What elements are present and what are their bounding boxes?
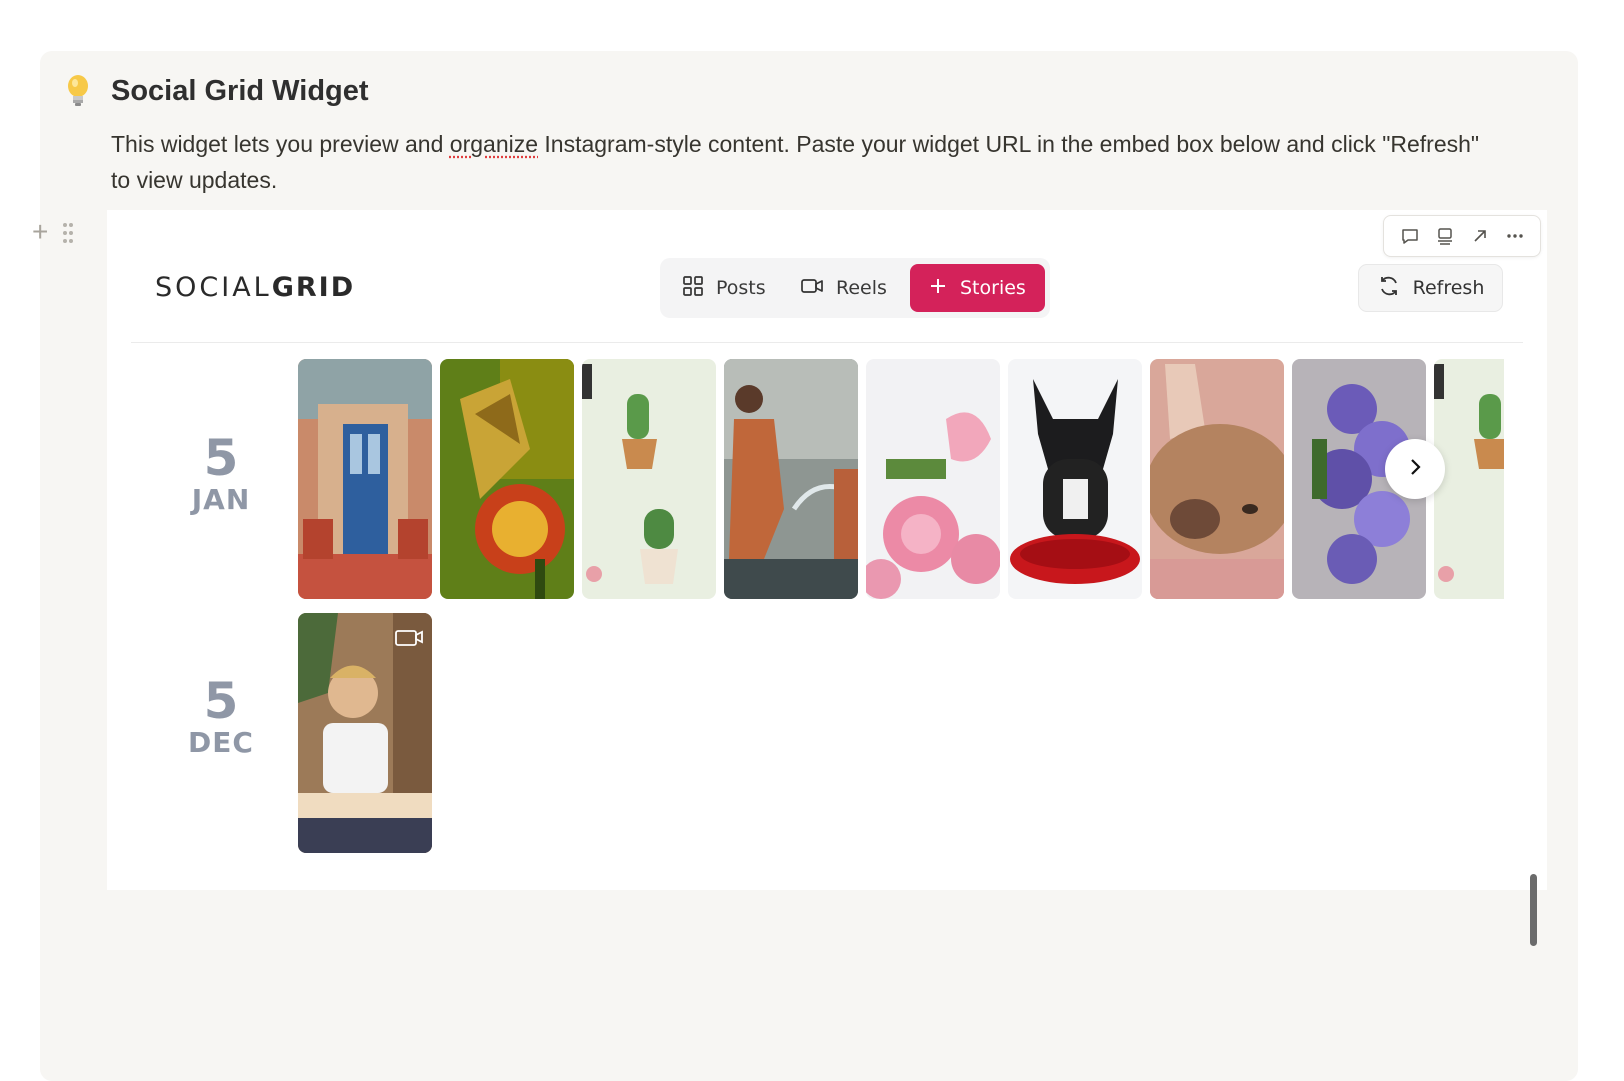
date-month: JAN — [191, 483, 251, 516]
tab-stories[interactable]: Stories — [910, 264, 1045, 312]
date-day: 5 — [203, 429, 239, 487]
date-label-dec: 5 DEC — [151, 675, 291, 759]
date-label-jan: 5 JAN — [151, 432, 291, 516]
story-thumb-cactus[interactable] — [582, 359, 716, 599]
refresh-icon — [1377, 274, 1401, 303]
grid-icon — [682, 275, 704, 302]
misspelled-word[interactable]: organize — [450, 131, 538, 157]
header-divider — [131, 342, 1523, 343]
tab-label: Stories — [960, 277, 1026, 299]
open-external-icon[interactable] — [1467, 223, 1493, 249]
story-thumb-bulldog[interactable] — [1008, 359, 1142, 599]
more-icon[interactable] — [1502, 223, 1528, 249]
callout-description: This widget lets you preview and organiz… — [111, 126, 1491, 198]
story-row-jan — [298, 359, 1504, 599]
tab-reels[interactable]: Reels — [800, 264, 887, 312]
embed-block[interactable]: SOCIALGRID Posts Reels Stories Refresh 5… — [107, 210, 1547, 890]
story-row-dec — [298, 613, 1504, 853]
story-thumb-roses[interactable] — [866, 359, 1000, 599]
lightbulb-icon — [62, 73, 94, 109]
story-thumb-boy-reading[interactable] — [298, 613, 432, 853]
tab-posts[interactable]: Posts — [682, 264, 766, 312]
story-thumb-cactus[interactable] — [1434, 359, 1504, 599]
callout-title: Social Grid Widget — [111, 75, 369, 107]
plus-icon — [928, 276, 948, 301]
story-thumb-butterfly[interactable] — [440, 359, 574, 599]
callout-block: Social Grid Widget This widget lets you … — [32, 51, 1578, 1081]
drag-handle-icon[interactable] — [62, 221, 74, 250]
story-thumb-storefront[interactable] — [298, 359, 432, 599]
embed-toolbar — [1383, 215, 1541, 257]
chevron-right-icon — [1404, 456, 1426, 483]
tab-bar: Posts Reels Stories — [660, 258, 1050, 318]
add-block-icon[interactable]: + — [32, 218, 48, 246]
socialgrid-logo: SOCIALGRID — [155, 272, 355, 303]
date-month: DEC — [188, 726, 254, 759]
tab-label: Reels — [836, 277, 887, 299]
comment-icon[interactable] — [1397, 223, 1423, 249]
caption-icon[interactable] — [1432, 223, 1458, 249]
next-button[interactable] — [1385, 439, 1445, 499]
tab-label: Posts — [716, 277, 766, 299]
date-day: 5 — [203, 672, 239, 730]
story-thumb-fawn-bulldog[interactable] — [1150, 359, 1284, 599]
refresh-button[interactable]: Refresh — [1358, 264, 1503, 312]
story-thumb-water[interactable] — [724, 359, 858, 599]
brand-bold: GRID — [271, 272, 356, 303]
brand-light: SOCIAL — [155, 272, 272, 303]
refresh-label: Refresh — [1412, 277, 1485, 299]
scrollbar-thumb[interactable] — [1530, 874, 1537, 946]
callout-text-part: This widget lets you preview and — [111, 131, 450, 157]
video-icon — [800, 276, 824, 301]
block-handles: + — [32, 218, 92, 250]
